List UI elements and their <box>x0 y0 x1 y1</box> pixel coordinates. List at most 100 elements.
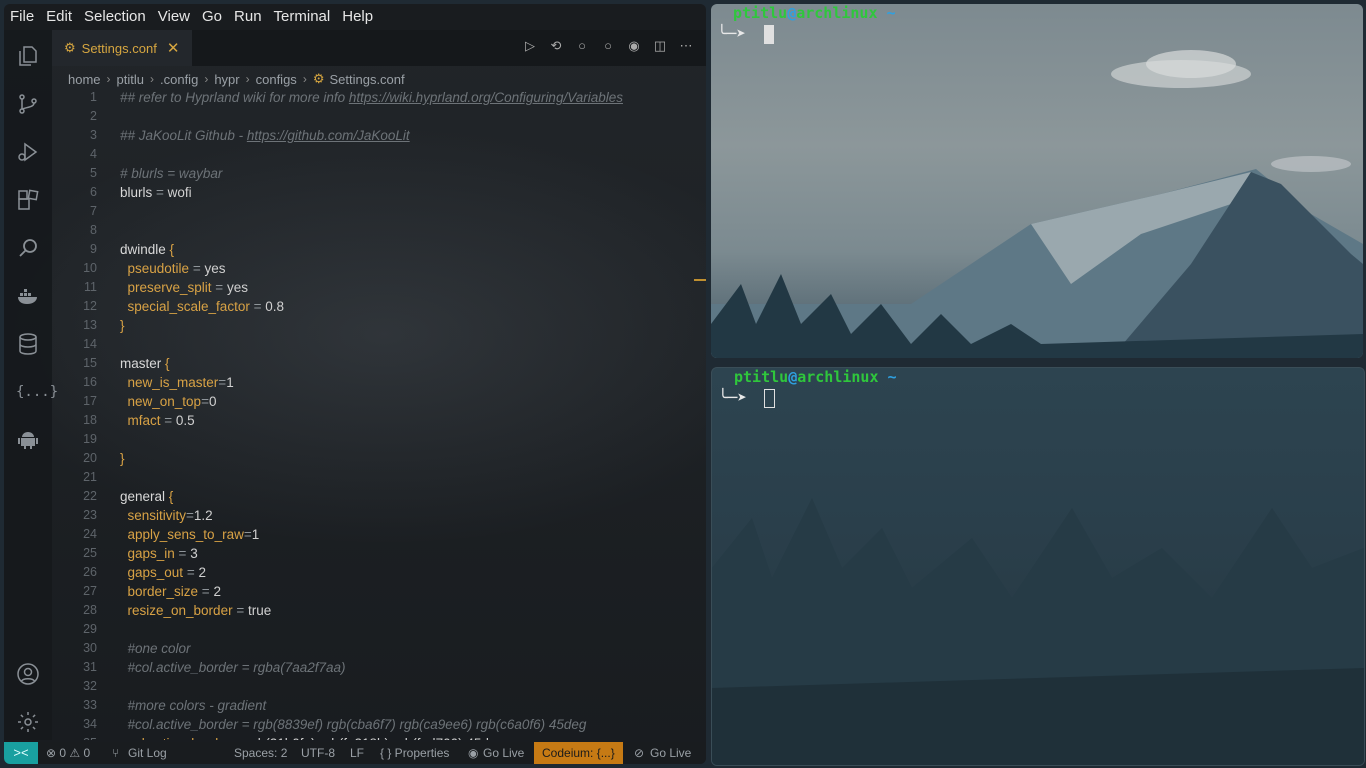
code-line[interactable]: 25 gaps_in = 3 <box>52 544 692 563</box>
code-line[interactable]: 1 ## refer to Hyprland wiki for more info… <box>52 88 692 107</box>
open-changes-icon[interactable]: ⟲ <box>548 38 564 54</box>
go-live-button[interactable]: Go Live <box>483 742 524 764</box>
line-number: 5 <box>90 166 97 180</box>
code-token: = <box>152 185 168 200</box>
code-line[interactable]: 27 border_size = 2 <box>52 582 692 601</box>
code-line[interactable]: 20} <box>52 449 692 468</box>
code-line[interactable]: 12 special_scale_factor = 0.8 <box>52 297 692 316</box>
terminal-window-top[interactable]: ptitlu@archlinux ~ ╰─➤ <box>711 4 1363 358</box>
split-editor-icon[interactable]: ◫ <box>652 38 668 54</box>
code-line[interactable]: 29 <box>52 620 692 639</box>
close-icon[interactable]: ✕ <box>167 39 180 57</box>
code-token: = <box>183 565 199 580</box>
problems-indicator[interactable]: ⊗ 0 ⚠ 0 <box>46 742 90 764</box>
run-debug-icon[interactable] <box>16 140 40 164</box>
account-icon[interactable] <box>16 662 40 686</box>
code-line[interactable]: 31 #col.active_border = rgba(7aa2f7aa) <box>52 658 692 677</box>
code-line[interactable]: 15 master { <box>52 354 692 373</box>
source-control-icon[interactable] <box>16 92 40 116</box>
properties-language-mode[interactable]: { } Properties <box>380 742 449 764</box>
go-live-button-2[interactable]: Go Live <box>650 742 691 764</box>
code-editor[interactable]: 1 ## refer to Hyprland wiki for more info… <box>52 88 706 740</box>
codeium-status[interactable]: Codeium: {...} <box>534 742 623 764</box>
menu-terminal[interactable]: Terminal <box>268 4 337 30</box>
database-icon[interactable] <box>16 332 40 356</box>
gitlens-icon[interactable]: ◉ <box>626 38 642 54</box>
prompt-arrow: ╰─➤ <box>718 388 747 407</box>
menu-go[interactable]: Go <box>196 4 228 30</box>
breadcrumb-file[interactable]: Settings.conf <box>329 72 404 87</box>
search-icon[interactable] <box>16 236 40 260</box>
tab-label: Settings.conf <box>81 40 157 56</box>
code-line[interactable]: 9 dwindle { <box>52 240 692 259</box>
breadcrumb-ptitlu[interactable]: ptitlu <box>117 72 144 87</box>
breadcrumb-home[interactable]: home <box>68 72 101 87</box>
code-line[interactable]: 8 <box>52 221 692 240</box>
code-line[interactable]: 22 general { <box>52 487 692 506</box>
code-line[interactable]: 13} <box>52 316 692 335</box>
remote-indicator[interactable]: >< <box>4 742 38 764</box>
indentation-setting[interactable]: Spaces: 2 <box>234 742 287 764</box>
next-change-icon[interactable]: ○ <box>600 38 616 54</box>
prompt-host: archlinux <box>797 368 879 386</box>
encoding-setting[interactable]: UTF-8 <box>301 742 335 764</box>
code-line[interactable]: 16 new_is_master=1 <box>52 373 692 392</box>
mountain-wallpaper <box>711 50 1363 358</box>
code-line[interactable]: 3 ## JaKooLit Github - https://github.com… <box>52 126 692 145</box>
breadcrumb-configs[interactable]: configs <box>256 72 297 87</box>
code-line[interactable]: 28 resize_on_border = true <box>52 601 692 620</box>
tab-settings-conf[interactable]: ⚙ Settings.conf ✕ <box>52 30 192 66</box>
code-line[interactable]: 7 <box>52 202 692 221</box>
line-number: 11 <box>84 280 97 294</box>
line-number: 26 <box>83 565 97 579</box>
prompt-host: archlinux <box>796 4 878 22</box>
breadcrumb-config[interactable]: .config <box>160 72 198 87</box>
previous-change-icon[interactable]: ○ <box>574 38 590 54</box>
menu-file[interactable]: File <box>4 4 40 30</box>
menu-edit[interactable]: Edit <box>40 4 78 30</box>
code-line[interactable]: 19 <box>52 430 692 449</box>
code-line[interactable]: 30 #one color <box>52 639 692 658</box>
code-line[interactable]: 5 # blurls = waybar <box>52 164 692 183</box>
menu-run[interactable]: Run <box>228 4 268 30</box>
gear-file-icon: ⚙ <box>64 40 76 55</box>
code-token: wofi <box>167 185 192 200</box>
code-line[interactable]: 23 sensitivity=1.2 <box>52 506 692 525</box>
code-line[interactable]: 4 <box>52 145 692 164</box>
menu-selection[interactable]: Selection <box>78 4 152 30</box>
json-braces-icon[interactable]: {...} <box>16 380 58 404</box>
more-actions-icon[interactable]: ⋯ <box>678 38 694 54</box>
settings-gear-icon[interactable] <box>16 710 40 734</box>
code-line[interactable]: 21 <box>52 468 692 487</box>
forest-wallpaper <box>712 498 1364 765</box>
git-log-button[interactable]: Git Log <box>128 742 167 764</box>
run-icon[interactable]: ▷ <box>522 38 538 54</box>
eol-setting[interactable]: LF <box>350 742 364 764</box>
code-line[interactable]: 32 <box>52 677 692 696</box>
code-line[interactable]: 18 mfact = 0.5 <box>52 411 692 430</box>
code-text: ## JaKooLit Github - https://github.com/… <box>120 126 410 145</box>
code-line[interactable]: 34 #col.active_border = rgb(8839ef) rgb(… <box>52 715 692 734</box>
android-icon[interactable] <box>16 428 40 452</box>
code-line[interactable]: 11 preserve_split = yes <box>52 278 692 297</box>
code-line[interactable]: 33 #more colors - gradient <box>52 696 692 715</box>
code-line[interactable]: 6 blurls = wofi <box>52 183 692 202</box>
code-line[interactable]: 35 col.active_border = rgb(21b0fe) rgb(f… <box>52 734 692 740</box>
code-line[interactable]: 2 <box>52 107 692 126</box>
code-token: 1.2 <box>193 508 213 523</box>
breadcrumb-hypr[interactable]: hypr <box>214 72 239 87</box>
docker-icon[interactable] <box>16 284 40 308</box>
explorer-icon[interactable] <box>16 44 40 68</box>
code-line[interactable]: 10 pseudotile = yes <box>52 259 692 278</box>
code-line[interactable]: 17 new_on_top=0 <box>52 392 692 411</box>
code-token: gaps_in <box>120 546 175 561</box>
extensions-icon[interactable] <box>16 188 40 212</box>
terminal-window-bottom[interactable]: ptitlu@archlinux ~ ╰─➤ <box>711 367 1365 766</box>
code-token: master <box>120 356 166 371</box>
menu-help[interactable]: Help <box>336 4 379 30</box>
menu-view[interactable]: View <box>152 4 196 30</box>
editor-actions: ▷ ⟲ ○ ○ ◉ ◫ ⋯ <box>522 38 694 54</box>
code-line[interactable]: 24 apply_sens_to_raw=1 <box>52 525 692 544</box>
code-line[interactable]: 14 <box>52 335 692 354</box>
code-line[interactable]: 26 gaps_out = 2 <box>52 563 692 582</box>
